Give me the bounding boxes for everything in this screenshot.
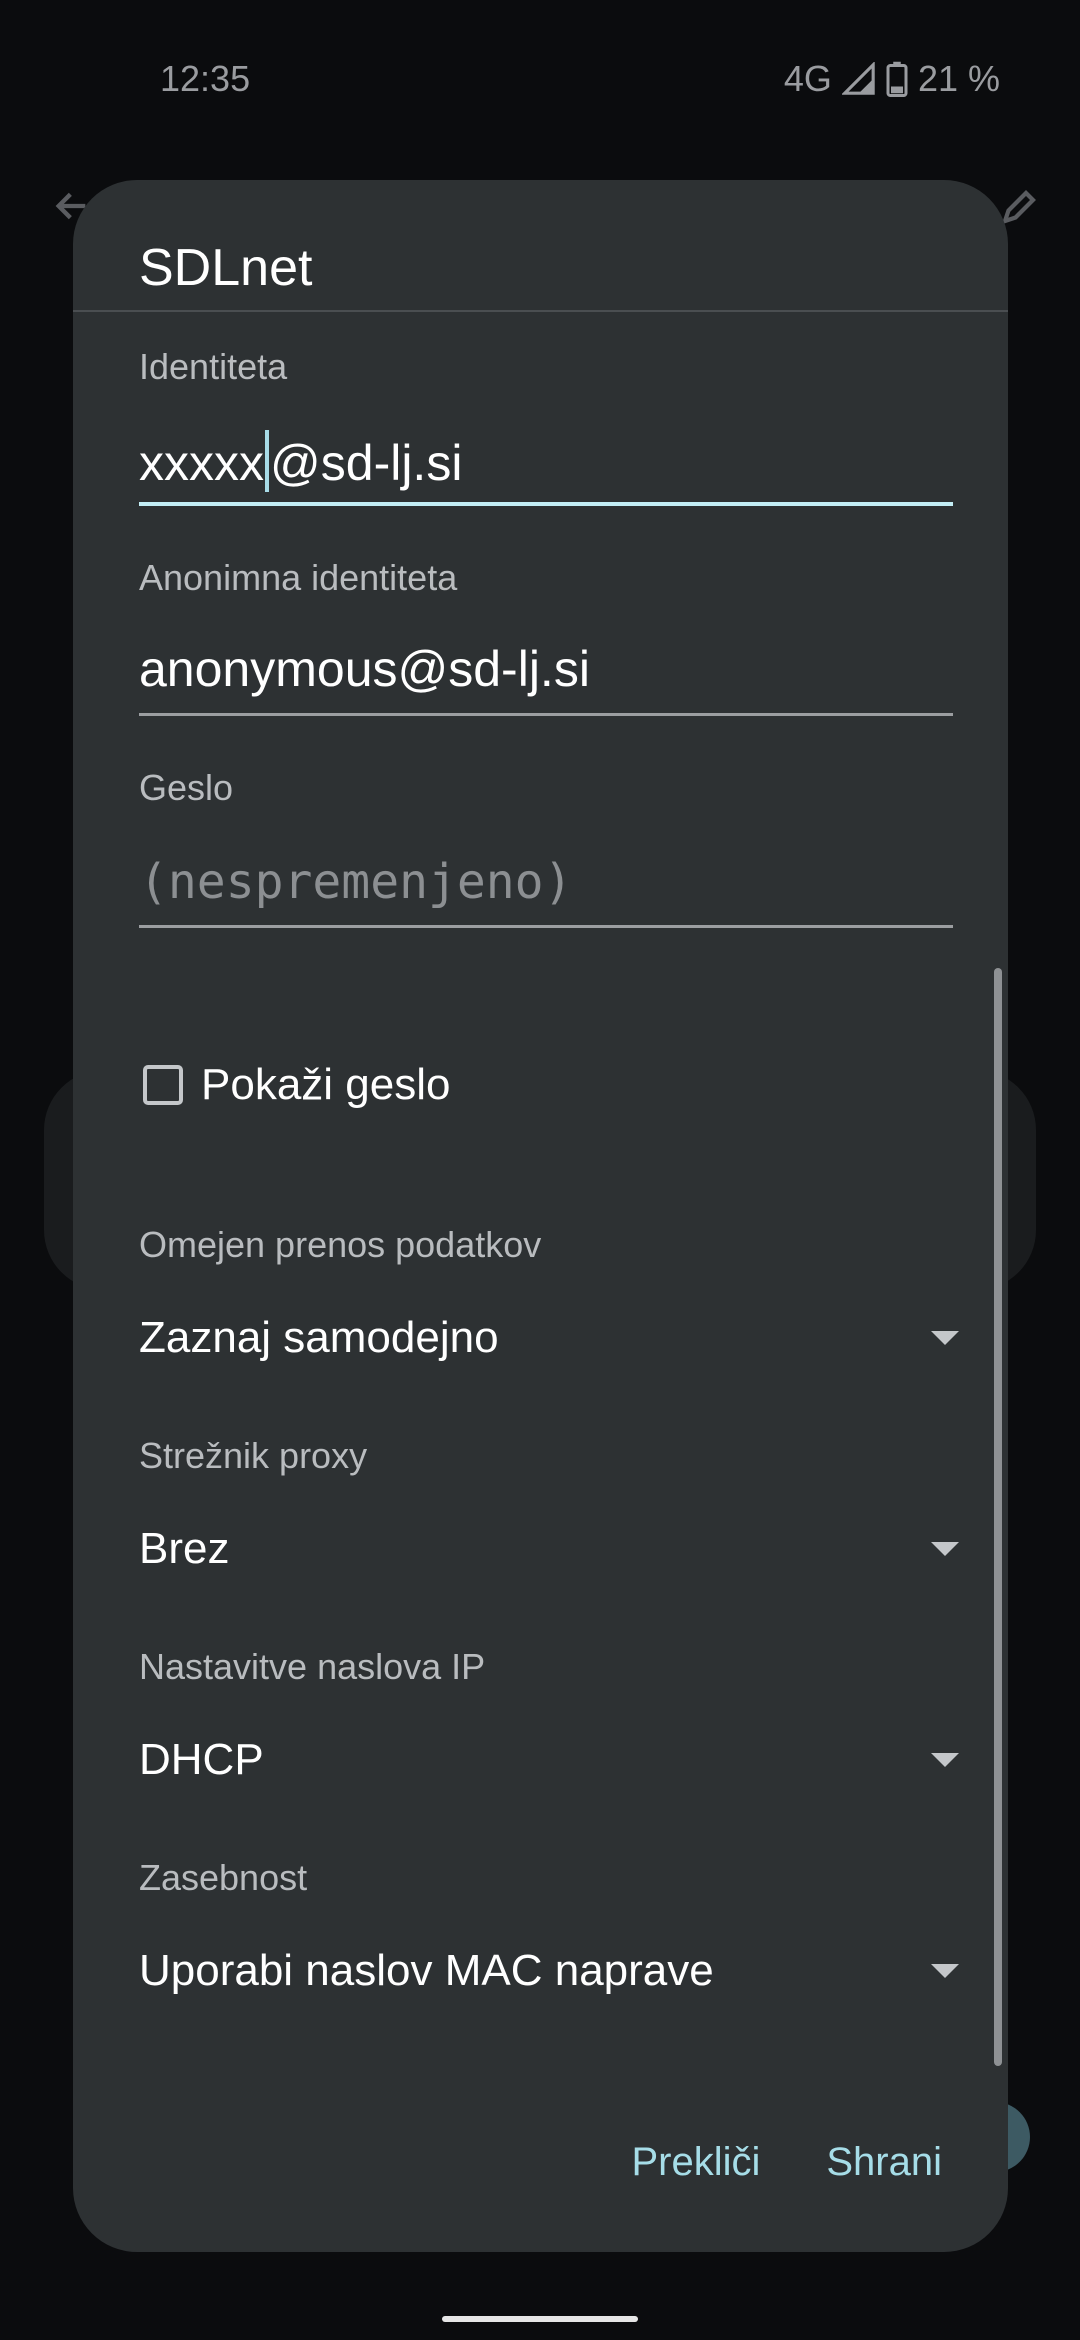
- screen: 12:35 4G 21 % SDLnet Identiteta xxxxx @sd…: [0, 0, 1080, 2340]
- anonymous-identity-label: Anonimna identiteta: [139, 557, 458, 598]
- privacy-label: Zasebnost: [139, 1857, 308, 1898]
- identity-text-after-cursor: @sd-lj.si: [270, 435, 463, 491]
- identity-text-before-cursor: xxxxx: [139, 435, 264, 491]
- dialog-actions: Prekliči Shrani: [631, 2140, 942, 2185]
- title-divider: [73, 310, 1008, 312]
- privacy-value: Uporabi naslov MAC naprave: [139, 1946, 714, 1995]
- metered-label: Omejen prenos podatkov: [139, 1224, 542, 1265]
- ip-settings-label: Nastavitve naslova IP: [139, 1646, 486, 1687]
- battery-icon: [886, 61, 908, 97]
- password-input[interactable]: (nespremenjeno): [139, 854, 572, 910]
- metered-value: Zaznaj samodejno: [139, 1313, 499, 1362]
- show-password-row[interactable]: Pokaži geslo: [135, 1060, 450, 1110]
- gesture-nav-handle[interactable]: [442, 2316, 638, 2322]
- signal-icon: [841, 62, 875, 95]
- ip-settings-value: DHCP: [139, 1735, 264, 1784]
- network-type: 4G: [783, 58, 832, 99]
- show-password-checkbox[interactable]: [143, 1065, 183, 1105]
- proxy-value: Brez: [139, 1524, 230, 1573]
- identity-input[interactable]: xxxxx @sd-lj.si: [139, 430, 462, 492]
- battery-percent: 21 %: [917, 58, 1000, 99]
- proxy-dropdown[interactable]: Brez: [139, 1517, 989, 1581]
- status-icons: 4G 21 %: [784, 58, 1000, 100]
- password-underline: [139, 925, 953, 928]
- password-label: Geslo: [139, 767, 234, 808]
- save-button[interactable]: Shrani: [826, 2140, 942, 2185]
- status-time: 12:35: [160, 58, 251, 99]
- wifi-network-dialog: SDLnet Identiteta xxxxx @sd-lj.si Anonimn…: [73, 180, 1008, 2252]
- cancel-button[interactable]: Prekliči: [631, 2140, 760, 2185]
- dropdown-arrow-icon: [931, 1964, 959, 1978]
- metered-dropdown[interactable]: Zaznaj samodejno: [139, 1306, 989, 1370]
- dropdown-arrow-icon: [931, 1542, 959, 1556]
- scrollbar[interactable]: [994, 968, 1002, 2066]
- text-cursor: [265, 430, 269, 492]
- ip-settings-dropdown[interactable]: DHCP: [139, 1728, 989, 1792]
- dropdown-arrow-icon: [931, 1331, 959, 1345]
- show-password-label: Pokaži geslo: [201, 1060, 451, 1109]
- identity-underline: [139, 502, 953, 506]
- identity-label: Identiteta: [139, 346, 288, 387]
- anonymous-identity-input[interactable]: anonymous@sd-lj.si: [139, 640, 590, 698]
- privacy-dropdown[interactable]: Uporabi naslov MAC naprave: [139, 1939, 989, 2003]
- proxy-label: Strežnik proxy: [139, 1435, 368, 1476]
- dropdown-arrow-icon: [931, 1753, 959, 1767]
- anonymous-identity-underline: [139, 713, 953, 716]
- dialog-title: SDLnet: [139, 239, 313, 297]
